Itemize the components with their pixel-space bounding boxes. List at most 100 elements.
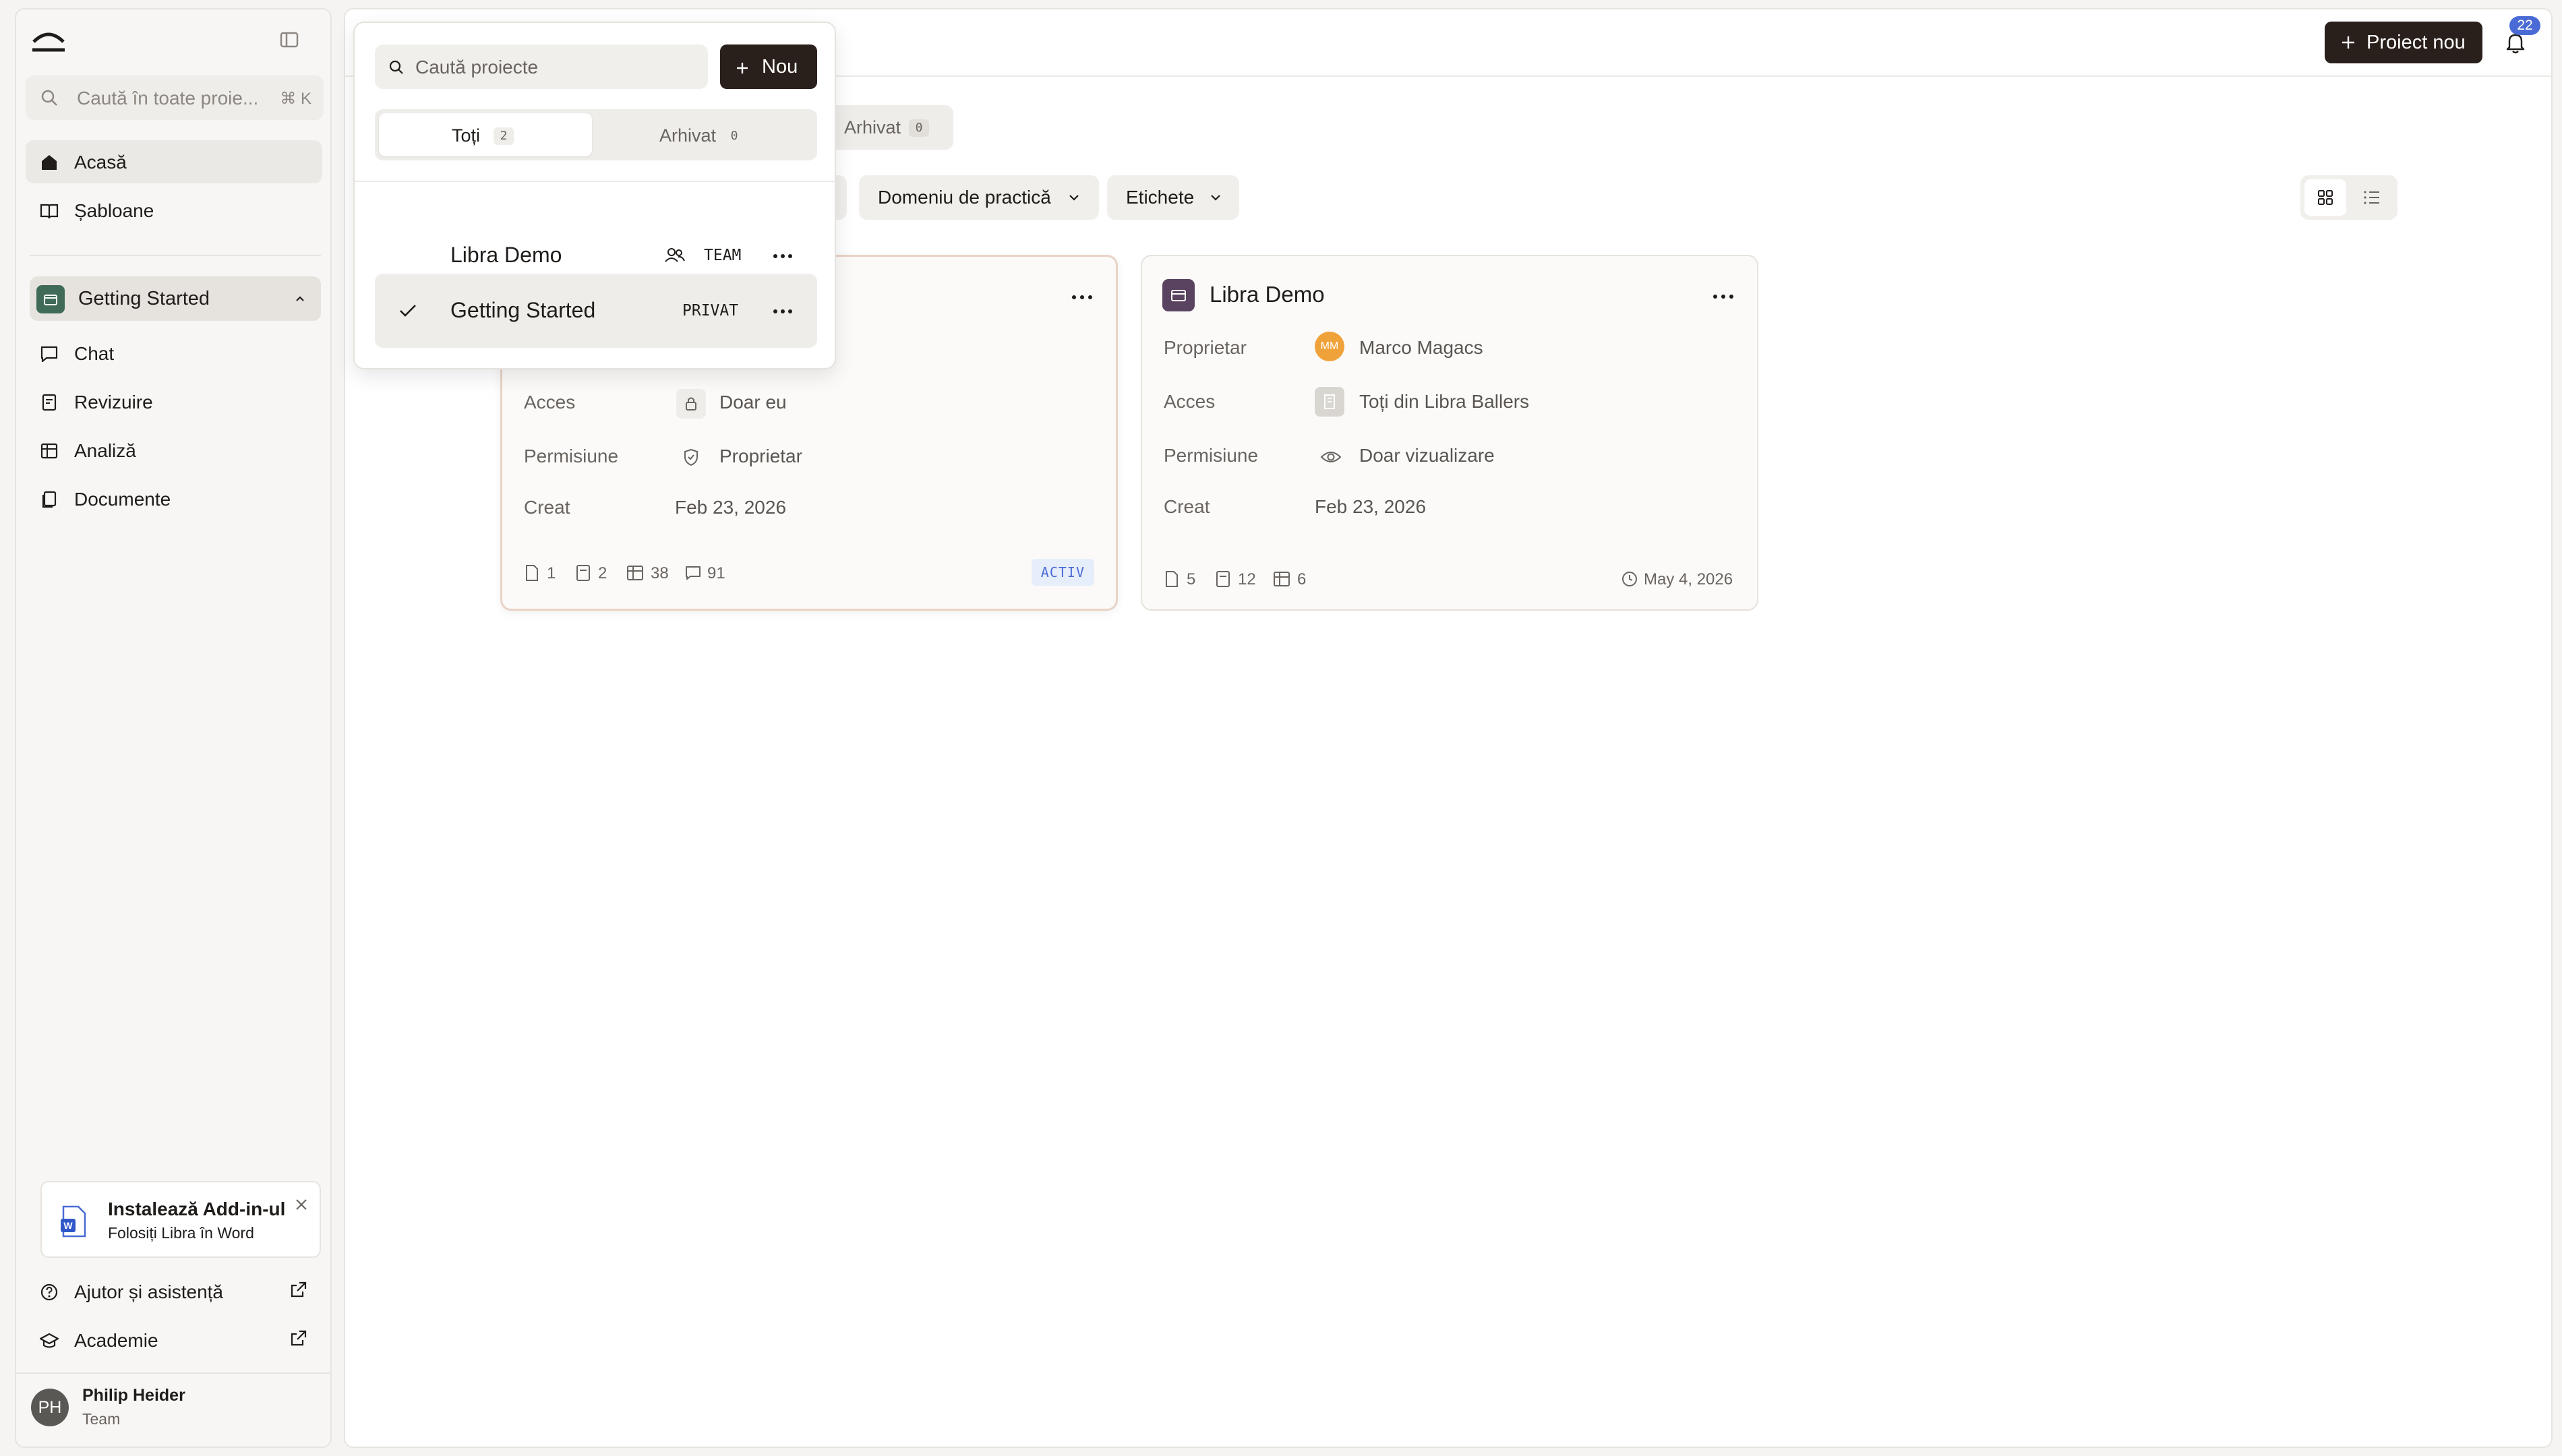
table-icon (1273, 570, 1290, 588)
book-icon (39, 201, 59, 221)
analysis-count: 6 (1297, 570, 1307, 588)
document-count: 1 (547, 564, 556, 582)
visibility-label: PRIVAT (682, 302, 739, 320)
more-options-icon[interactable] (773, 253, 793, 259)
tags-filter[interactable]: Etichete (1107, 175, 1239, 220)
external-link-icon (289, 1328, 309, 1348)
status-badge: ACTIV (1031, 559, 1094, 586)
sidebar-divider (30, 255, 321, 256)
list-view-icon[interactable] (2362, 189, 2381, 206)
created-label: Creat (524, 497, 570, 518)
sidebar-item-label: Revizuire (74, 392, 153, 413)
shield-icon (676, 443, 706, 473)
practice-area-filter[interactable]: Domeniu de practică (859, 175, 1099, 220)
permission-value: Proprietar (719, 446, 802, 466)
popover-divider (355, 181, 835, 182)
owner-label: Proprietar (1164, 337, 1247, 358)
addin-subtitle: Folosiți Libra în Word (108, 1224, 254, 1242)
sidebar-item-templates[interactable]: Șabloane (26, 189, 322, 232)
new-project-button[interactable]: Proiect nou (2325, 22, 2482, 63)
current-project-selector[interactable]: Getting Started (30, 276, 321, 321)
external-link-icon (289, 1279, 309, 1300)
tab-count: 0 (909, 119, 929, 137)
view-toggle (2300, 175, 2397, 220)
access-label: Acces (1164, 391, 1216, 412)
sidebar-collapse-icon[interactable] (278, 28, 301, 51)
access-label: Acces (524, 392, 576, 413)
project-search-input[interactable]: Caută proiecte (375, 44, 708, 89)
current-project-name: Getting Started (78, 288, 210, 309)
sidebar-item-label: Academie (74, 1330, 158, 1351)
sidebar-item-help[interactable]: Ajutor și asistență (26, 1270, 322, 1313)
notification-badge: 22 (2509, 16, 2540, 35)
project-option-name: Getting Started (450, 298, 596, 322)
grid-icon (2318, 190, 2333, 205)
sidebar-item-label: Ajutor și asistență (74, 1281, 223, 1302)
created-value: Feb 23, 2026 (675, 497, 787, 518)
global-search-input[interactable]: Caută în toate proie... ⌘ K (26, 75, 324, 120)
review-icon (39, 392, 59, 413)
table-icon (39, 441, 59, 461)
avatar[interactable]: PH (31, 1389, 69, 1426)
search-placeholder: Caută proiecte (415, 57, 539, 78)
created-label: Creat (1164, 496, 1210, 517)
grid-view-button[interactable] (2304, 179, 2346, 216)
sidebar-item-documents[interactable]: Documente (26, 477, 322, 520)
sidebar-item-home[interactable]: Acasă (26, 140, 322, 183)
permission-value: Doar vizualizare (1359, 445, 1495, 466)
sidebar-item-label: Analiză (74, 440, 136, 461)
sidebar-item-label: Chat (74, 343, 115, 364)
new-button[interactable]: Nou (720, 44, 817, 89)
chevron-down-icon (1067, 193, 1081, 204)
new-project-label: Proiect nou (2366, 32, 2466, 53)
permission-label: Permisiune (1164, 445, 1259, 466)
close-icon[interactable] (293, 1196, 310, 1213)
sidebar-item-review[interactable]: Revizuire (26, 380, 322, 423)
check-icon (398, 302, 418, 320)
project-title[interactable]: Libra Demo (1210, 282, 1325, 307)
sidebar-item-label: Șabloane (74, 200, 154, 221)
svg-text:W: W (63, 1220, 73, 1231)
building-icon (1315, 387, 1344, 417)
more-options-icon[interactable] (1071, 295, 1093, 300)
graduation-icon (39, 1331, 59, 1351)
new-label: Nou (762, 56, 798, 78)
project-tabs: Toți 2 Arhivat 0 (375, 109, 817, 160)
documents-icon (39, 489, 59, 510)
project-icon (36, 285, 65, 313)
user-role: Team (82, 1410, 121, 1428)
more-options-icon[interactable] (773, 309, 793, 314)
sidebar-item-analysis[interactable]: Analiză (26, 429, 322, 472)
lock-icon (676, 389, 706, 419)
document-icon (1164, 570, 1180, 588)
sidebar-item-chat[interactable]: Chat (26, 332, 322, 375)
project-switcher-popover: Caută proiecte Nou Toți 2 Arhivat 0 Libr… (353, 22, 836, 369)
help-icon (39, 1282, 59, 1302)
addin-banner[interactable]: W Instalează Add-in-ul Folosiți Libra în… (40, 1181, 321, 1258)
more-options-icon[interactable] (1712, 294, 1734, 299)
libra-logo-icon[interactable] (30, 26, 67, 57)
tab-label: Toți (452, 125, 481, 146)
sidebar-item-academy[interactable]: Academie (26, 1318, 322, 1362)
home-icon (39, 152, 59, 173)
document-count: 5 (1187, 570, 1196, 588)
review-icon (575, 564, 591, 582)
document-icon (524, 564, 540, 582)
clock-icon (1621, 570, 1638, 588)
avatar: MM (1315, 332, 1344, 361)
sidebar-item-label: Acasă (74, 152, 127, 173)
analysis-count: 38 (651, 564, 669, 582)
word-icon: W (61, 1205, 88, 1238)
project-card[interactable]: Libra Demo Proprietar MM Marco Magacs Ac… (1141, 255, 1758, 611)
chevron-down-icon (1208, 193, 1223, 204)
sidebar-item-label: Documente (74, 489, 171, 510)
sidebar-divider (16, 1372, 330, 1374)
tab-archived-label[interactable]: Arhivat (659, 125, 716, 146)
tab-all[interactable] (379, 113, 592, 156)
table-icon (626, 564, 644, 582)
addin-title: Instalează Add-in-ul (108, 1199, 286, 1219)
tab-label: Arhivat (844, 117, 901, 138)
project-option[interactable]: Getting Started PRIVAT (375, 274, 817, 348)
owner-value: Marco Magacs (1359, 337, 1483, 358)
search-icon (39, 88, 59, 108)
